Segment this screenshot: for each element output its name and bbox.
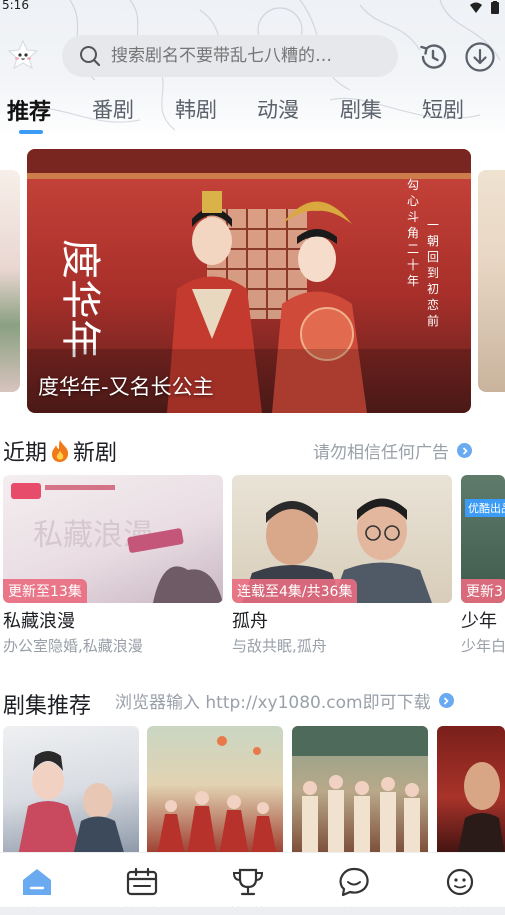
status-icons xyxy=(469,0,499,18)
drama-description: 办公室隐婚,私藏浪漫 xyxy=(3,637,143,655)
drama-title: 少年 xyxy=(461,611,497,632)
svg-text:二: 二 xyxy=(407,242,419,256)
banner-calligraphy: 度华年 xyxy=(57,239,103,359)
search-bar[interactable] xyxy=(62,35,398,77)
download-button[interactable] xyxy=(464,41,496,73)
app-logo[interactable] xyxy=(6,38,40,72)
tab-series[interactable]: 剧集 xyxy=(340,94,382,124)
svg-text:到: 到 xyxy=(427,266,439,280)
drama-poster[interactable] xyxy=(292,726,428,856)
drama-thumbnail: 私藏浪漫 更新至13集 xyxy=(3,475,223,603)
banner-slide[interactable]: 度华年 勾心斗 角二十年 一朝回 到初恋前 度华年-又名长公主 xyxy=(27,149,471,413)
nav-profile[interactable]: 我的 xyxy=(420,853,500,915)
drama-card[interactable]: 私藏浪漫 更新至13集 私藏浪漫 办公室隐婚,私藏浪漫 xyxy=(3,475,223,656)
search-icon xyxy=(79,45,101,67)
svg-text:前: 前 xyxy=(427,313,439,328)
svg-text:角: 角 xyxy=(407,226,419,240)
drama-title: 私藏浪漫 xyxy=(3,611,75,632)
schedule-icon xyxy=(126,867,158,896)
chevron-right-icon xyxy=(438,693,454,708)
search-input[interactable] xyxy=(111,46,381,66)
banner-title: 度华年-又名长公主 xyxy=(38,375,214,399)
profile-icon xyxy=(446,868,474,896)
bottom-navigation: 首页 排期表 排行榜 社区 我的 xyxy=(0,852,505,915)
chevron-right-icon xyxy=(457,443,472,458)
svg-text:回: 回 xyxy=(427,250,439,264)
recommend-hint[interactable]: 浏览器输入 http://xy1080.com即可下载 xyxy=(115,688,454,713)
download-icon xyxy=(464,42,496,77)
recent-section-title: 近期 新剧 xyxy=(3,435,117,467)
recent-title-prefix: 近期 xyxy=(3,441,48,466)
svg-text:初: 初 xyxy=(427,282,439,296)
svg-text:心: 心 xyxy=(407,194,419,208)
drama-poster[interactable] xyxy=(3,726,139,856)
drama-card[interactable]: 优酷出品 更新3 少年 少年白 xyxy=(461,475,505,656)
episode-badge: 更新至13集 xyxy=(3,579,87,603)
svg-text:恋: 恋 xyxy=(427,297,439,312)
tab-indicator xyxy=(19,130,43,134)
svg-text:十: 十 xyxy=(407,258,419,272)
drama-card[interactable]: 连载至4集/共36集 孤舟 与敌共眠,孤舟 xyxy=(232,475,452,656)
status-time: 5:16 xyxy=(2,0,29,12)
drama-poster[interactable] xyxy=(437,726,505,856)
svg-text:勾: 勾 xyxy=(407,178,419,192)
tab-anime-series[interactable]: 番剧 xyxy=(92,94,134,124)
nav-home[interactable]: 首页 xyxy=(0,853,77,915)
banner-next-slide[interactable] xyxy=(478,170,505,392)
episode-badge: 连载至4集/共36集 xyxy=(232,579,358,603)
gesture-bar xyxy=(0,907,505,915)
drama-description: 与敌共眠,孤舟 xyxy=(232,637,327,655)
drama-thumbnail: 连载至4集/共36集 xyxy=(232,475,452,603)
nav-community[interactable]: 社区 xyxy=(314,853,394,915)
tab-short-drama[interactable]: 短剧 xyxy=(422,94,464,124)
recommend-section-title: 剧集推荐 xyxy=(3,694,92,719)
home-icon xyxy=(23,869,51,895)
recent-title-suffix: 新剧 xyxy=(73,441,118,466)
recent-hint[interactable]: 请勿相信任何广告 xyxy=(313,438,472,463)
svg-text:朝: 朝 xyxy=(427,234,439,248)
community-icon xyxy=(339,867,369,897)
drama-title: 孤舟 xyxy=(232,611,268,632)
svg-text:年: 年 xyxy=(407,274,419,288)
nav-schedule[interactable]: 排期表 xyxy=(102,853,182,915)
battery-icon xyxy=(491,0,499,18)
tab-recommend[interactable]: 推荐 xyxy=(7,94,51,126)
tab-animation[interactable]: 动漫 xyxy=(257,94,299,124)
trophy-icon xyxy=(232,868,264,896)
drama-description: 少年白 xyxy=(461,637,505,655)
nav-ranking[interactable]: 排行榜 xyxy=(208,853,288,915)
category-tabs: 推荐 番剧 韩剧 动漫 剧集 短剧 xyxy=(0,94,505,134)
tab-korean-drama[interactable]: 韩剧 xyxy=(175,94,217,124)
svg-text:斗: 斗 xyxy=(407,210,419,224)
banner-prev-slide[interactable] xyxy=(0,170,20,392)
recent-hint-text: 请勿相信任何广告 xyxy=(313,443,449,463)
svg-text:一: 一 xyxy=(427,218,439,232)
recommend-hint-text: 浏览器输入 http://xy1080.com即可下载 xyxy=(115,693,431,713)
drama-thumbnail: 优酷出品 更新3 xyxy=(461,475,505,603)
youku-corner-label: 优酷出品 xyxy=(465,499,505,517)
fire-icon xyxy=(49,439,71,463)
episode-badge: 更新3 xyxy=(461,579,505,603)
drama-poster[interactable] xyxy=(147,726,283,856)
status-bar: 5:16 xyxy=(0,0,505,14)
history-button[interactable] xyxy=(417,41,449,73)
history-icon xyxy=(417,44,449,77)
wifi-icon xyxy=(469,0,483,18)
